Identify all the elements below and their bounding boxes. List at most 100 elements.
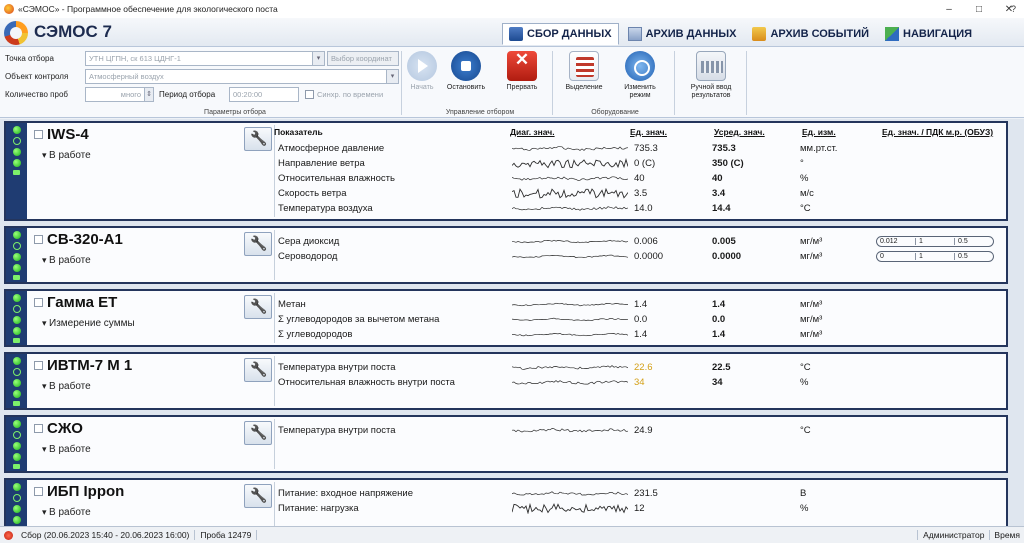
parameter-row[interactable]: Температура внутри поста 22.6 22.5 °С: [278, 360, 876, 374]
device-status-dropdown[interactable]: В работе: [42, 444, 91, 455]
time-label: Время: [994, 530, 1020, 540]
parameter-row[interactable]: Сероводород 0.0000 0.0000 мг/м³ 0 1 0.5: [278, 249, 994, 263]
parameter-row[interactable]: Σ углеводородов 1.4 1.4 мг/м³: [278, 327, 876, 341]
parameter-row[interactable]: Метан 1.4 1.4 мг/м³: [278, 297, 876, 311]
status-led-icon: [12, 126, 21, 134]
sample-count-field[interactable]: много: [85, 87, 145, 102]
main-tabs: СБОР ДАННЫХ АРХИВ ДАННЫХ АРХИВ СОБЫТИЙ Н…: [502, 23, 979, 45]
device-checkbox[interactable]: [34, 298, 43, 307]
device-status-dropdown[interactable]: Измерение суммы: [42, 318, 135, 329]
control-object-field[interactable]: Атмосферный воздух: [85, 69, 387, 84]
parameter-name: Относительная влажность: [278, 172, 395, 184]
change-mode-button[interactable]: Изменить режим: [614, 51, 666, 101]
status-led-icon: [12, 253, 21, 261]
status-led-icon: [12, 505, 21, 513]
parameter-average: 0.0: [712, 313, 726, 325]
settings-wrench-icon[interactable]: [244, 484, 272, 508]
divider: [274, 293, 275, 343]
parameter-name: Сероводород: [278, 250, 338, 262]
tab-data-collection[interactable]: СБОР ДАННЫХ: [502, 23, 619, 45]
device-status-dropdown[interactable]: В работе: [42, 150, 91, 161]
device-status-strip: [6, 480, 27, 526]
select-coordinates-button[interactable]: Выбор координат: [327, 51, 399, 66]
group-caption-control: Управление отбором: [445, 109, 515, 116]
pdk-cell: 0.012: [877, 237, 916, 245]
tab-events-archive[interactable]: АРХИВ СОБЫТИЙ: [745, 23, 876, 45]
stepper-icon[interactable]: ⇕: [145, 87, 154, 102]
parameter-row[interactable]: Питание: нагрузка 12%: [278, 501, 876, 515]
pdk-cell: 1: [916, 237, 955, 245]
settings-wrench-icon[interactable]: [244, 232, 272, 256]
device-checkbox[interactable]: [34, 235, 43, 244]
settings-wrench-icon[interactable]: [244, 127, 272, 151]
stop-button[interactable]: Остановить: [444, 51, 488, 101]
parameter-average: 40: [712, 172, 723, 184]
sparkline-trace: [512, 379, 628, 384]
parameter-name: Атмосферное давление: [278, 142, 385, 154]
manual-input-button[interactable]: Ручной ввод результатов: [680, 51, 742, 101]
status-led-icon: [12, 148, 21, 156]
parameter-row[interactable]: Сера диоксид 0.006 0.005 мг/м³ 0.012 1 0.5: [278, 234, 994, 248]
manual-input-label: Ручной ввод результатов: [690, 84, 732, 99]
device-checkbox[interactable]: [34, 130, 43, 139]
divider: [274, 356, 275, 406]
device-status-dropdown[interactable]: В работе: [42, 507, 91, 518]
device-name: СЖО: [47, 420, 83, 437]
stop-label: Остановить: [446, 84, 486, 91]
start-button[interactable]: Начать: [400, 51, 444, 101]
parameter-row[interactable]: Направление ветра 0 (С) 350 (С) °: [278, 156, 876, 170]
device-checkbox[interactable]: [34, 361, 43, 370]
parameter-name: Сера диоксид: [278, 235, 340, 247]
device-checkbox[interactable]: [34, 487, 43, 496]
settings-wrench-icon[interactable]: [244, 421, 272, 445]
parameter-value: 0.0000: [634, 250, 664, 262]
device-panel: ИБП Ippon В работе Питание: входное напряж…: [4, 478, 1008, 526]
device-header: СВ-320-А1: [34, 231, 123, 248]
tab-data-archive[interactable]: АРХИВ ДАННЫХ: [621, 23, 744, 45]
parameter-row[interactable]: Температура воздуха 14.0 14.4 °С: [278, 201, 876, 215]
parameter-name: Питание: входное напряжение: [278, 487, 414, 499]
chevron-down-icon[interactable]: ▾: [313, 51, 325, 66]
mode-icon: [625, 51, 655, 81]
parameter-name: Температура внутри поста: [278, 361, 396, 373]
parameter-average: 1.4: [712, 298, 726, 310]
diagnostic-sparkline: [512, 175, 628, 181]
chevron-down-icon[interactable]: ▾: [387, 69, 399, 84]
sync-time-checkbox[interactable]: [305, 90, 314, 99]
sampling-point-field[interactable]: УТН ЦГПН, ск 613 ЦДНГ-1: [85, 51, 313, 66]
sparkline-trace: [512, 317, 628, 321]
divider: [746, 51, 747, 115]
abort-button[interactable]: Прервать: [500, 51, 544, 101]
help-button[interactable]: ?: [1011, 4, 1016, 14]
parameter-row[interactable]: Относительная влажность 40 40%: [278, 171, 876, 185]
parameter-name: Σ углеводородов: [278, 328, 353, 340]
minimize-button[interactable]: –: [934, 0, 964, 18]
pdk-cell: 0.5: [958, 237, 968, 245]
maximize-button[interactable]: □: [964, 0, 994, 18]
device-status-dropdown[interactable]: В работе: [42, 381, 91, 392]
sparkline-trace: [512, 145, 628, 151]
parameter-row[interactable]: Скорость ветра 3.5 3.4 м/с: [278, 186, 876, 200]
parameter-name: Относительная влажность внутри поста: [278, 376, 455, 388]
parameter-row[interactable]: Питание: входное напряжение 231.5 В: [278, 486, 876, 500]
device-checkbox[interactable]: [34, 424, 43, 433]
change-mode-label: Изменить режим: [624, 84, 656, 99]
parameter-row[interactable]: Атмосферное давление 735.3 735.3 мм.рт.ст.: [278, 141, 876, 155]
close-button[interactable]: ✕: [994, 0, 1024, 18]
settings-wrench-icon[interactable]: [244, 295, 272, 319]
period-field[interactable]: 00:20:00: [229, 87, 299, 102]
title-bar: «СЭМОС» - Программное обеспечение для эк…: [0, 0, 1024, 18]
status-led-icon: [12, 379, 21, 387]
device-status-dropdown[interactable]: В работе: [42, 255, 91, 266]
diagnostic-sparkline: [512, 239, 628, 243]
settings-wrench-icon[interactable]: [244, 358, 272, 382]
parameter-value: 22.6: [634, 361, 653, 373]
divider: [674, 51, 675, 115]
parameter-row[interactable]: Относительная влажность внутри поста 34 34…: [278, 375, 876, 389]
sampling-point-row: Точка отбора УТН ЦГПН, ск 613 ЦДНГ-1 ▾ В…: [5, 51, 399, 66]
select-button[interactable]: Выделение: [560, 51, 608, 101]
parameter-row[interactable]: Σ углеводородов за вычетом метана 0.0 0.0 м…: [278, 312, 876, 326]
tab-navigation[interactable]: НАВИГАЦИЯ: [878, 23, 979, 45]
diagnostic-sparkline: [512, 254, 628, 258]
parameter-row[interactable]: Температура внутри поста 24.9 °С: [278, 423, 876, 437]
